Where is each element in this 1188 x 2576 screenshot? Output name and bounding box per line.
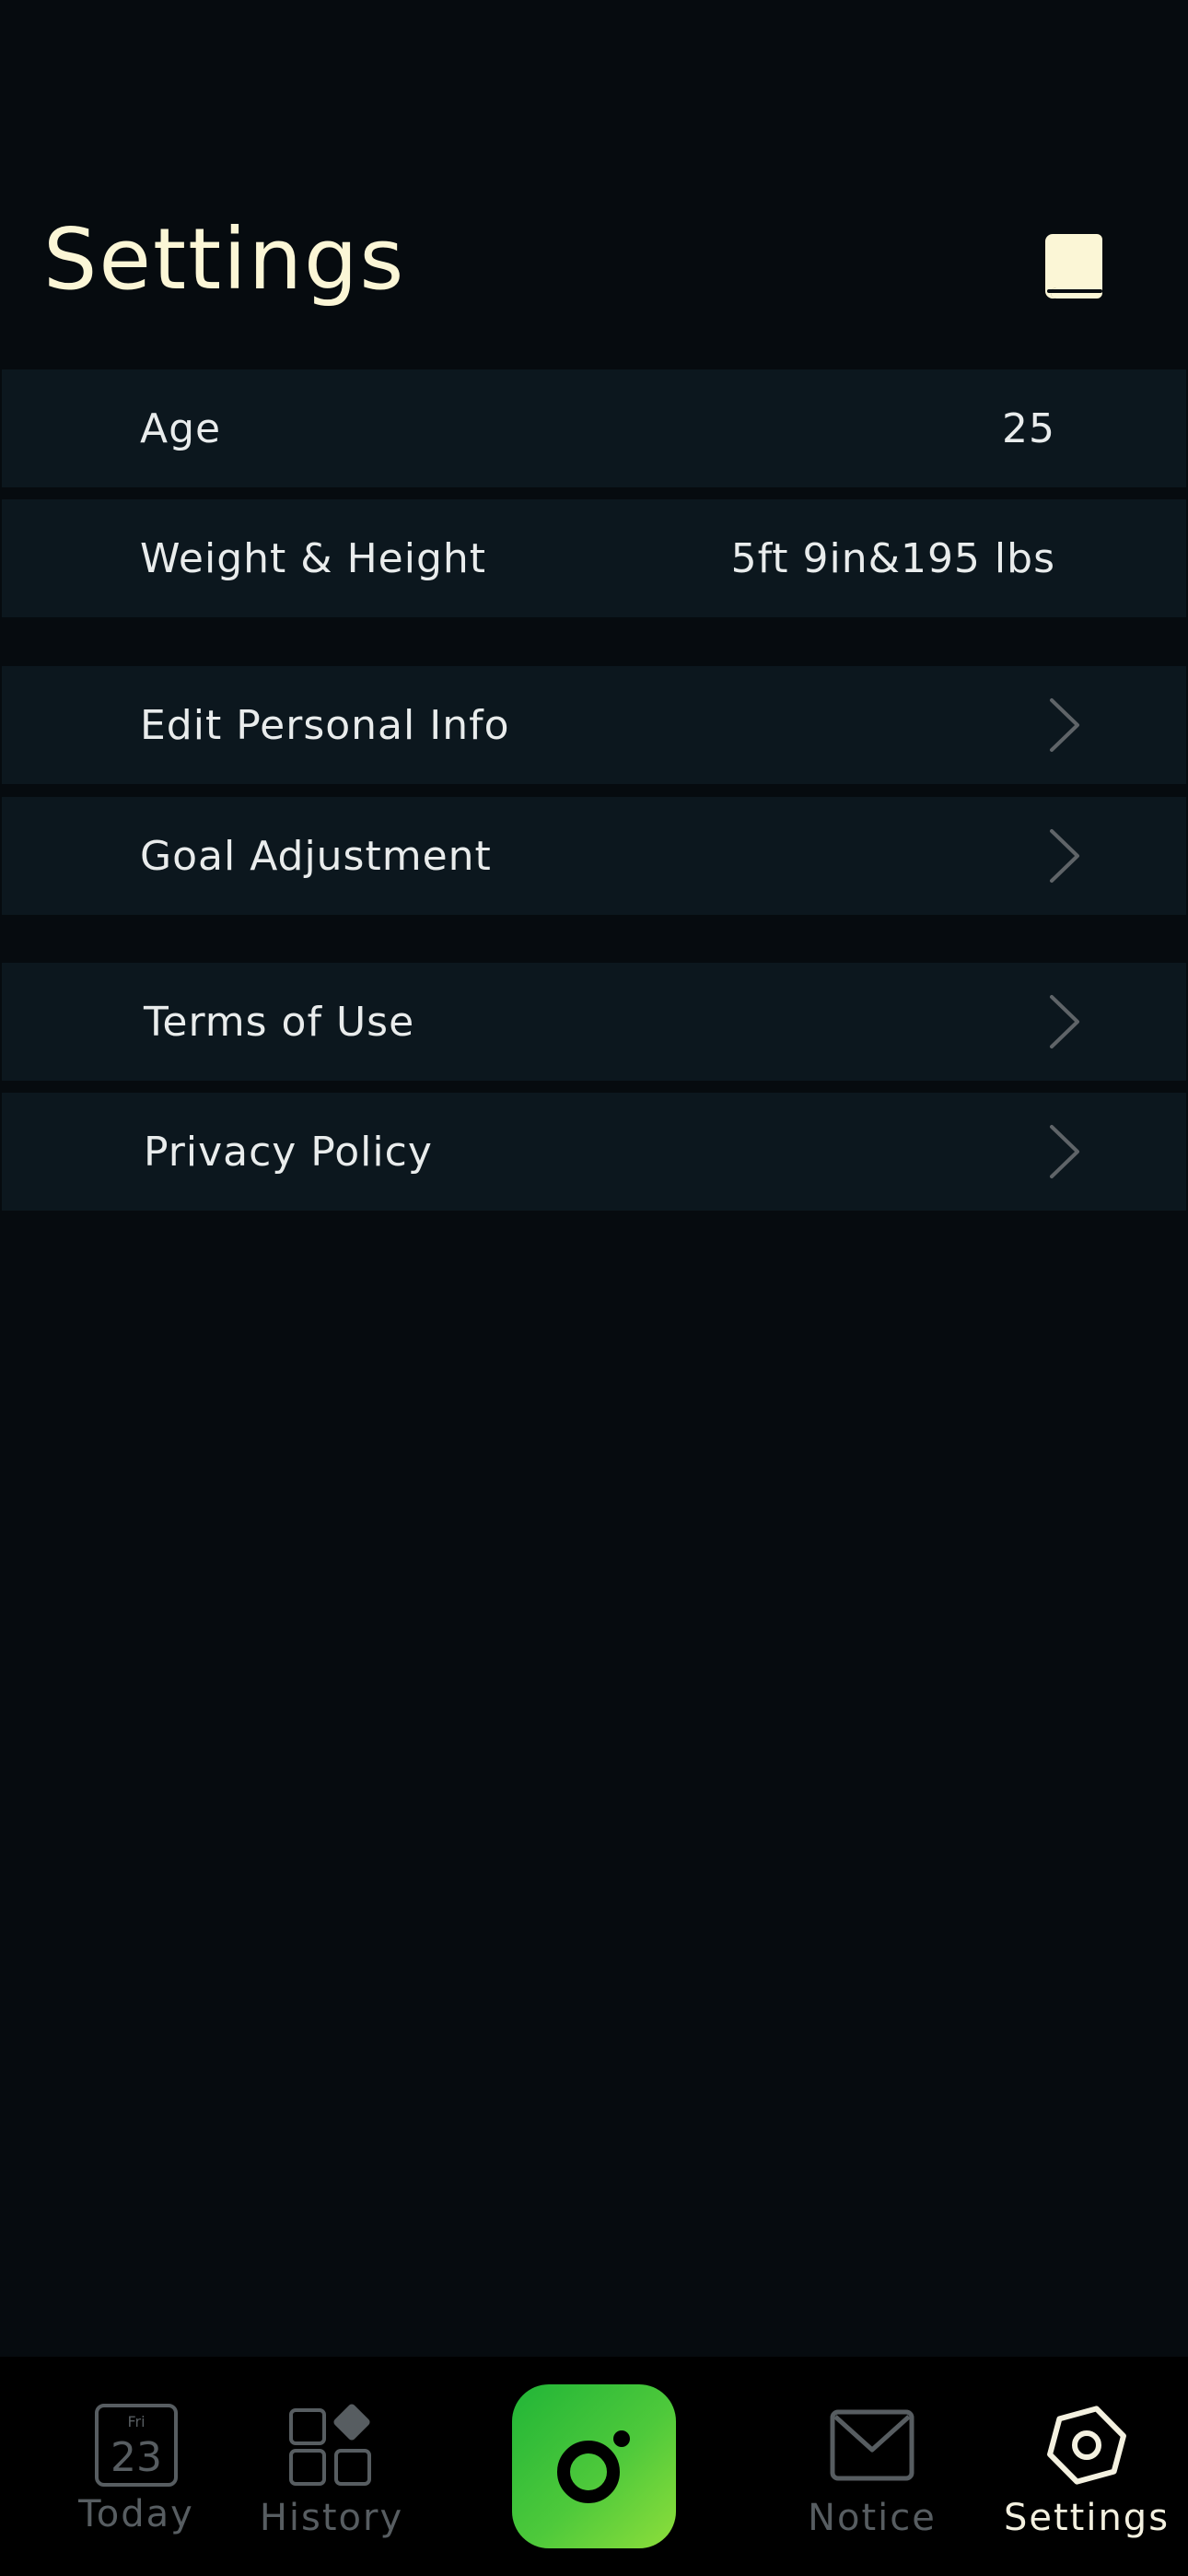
row-goal-adjustment[interactable]: Goal Adjustment	[2, 797, 1186, 915]
row-value: 5ft 9in&195 lbs	[730, 534, 1055, 582]
row-edit-personal-info[interactable]: Edit Personal Info	[2, 666, 1186, 784]
camera-button[interactable]	[512, 2384, 676, 2548]
calendar-icon: Fri 23	[94, 2401, 179, 2489]
row-privacy-policy[interactable]: Privacy Policy	[2, 1093, 1186, 1211]
chevron-right-icon	[1046, 992, 1083, 1051]
calendar-date: 23	[111, 2434, 162, 2481]
gear-icon	[1043, 2401, 1130, 2489]
tab-label: Today	[78, 2493, 194, 2535]
row-label: Terms of Use	[144, 998, 415, 1046]
book-icon	[1045, 234, 1102, 299]
guide-button[interactable]	[1030, 221, 1118, 310]
tab-label: Settings	[1003, 2497, 1171, 2539]
header: Settings	[0, 0, 1188, 369]
row-value: 25	[1002, 404, 1055, 452]
row-label: Weight & Height	[140, 534, 487, 582]
chevron-right-icon	[1046, 826, 1083, 885]
tab-label: Notice	[808, 2497, 937, 2539]
tab-today[interactable]: Fri 23 Today	[68, 2357, 204, 2576]
row-label: Edit Personal Info	[140, 701, 510, 749]
mail-icon	[830, 2401, 914, 2489]
row-weight-height[interactable]: Weight & Height 5ft 9in&195 lbs	[2, 499, 1186, 617]
tab-history[interactable]: History	[258, 2357, 405, 2576]
tab-notice[interactable]: Notice	[801, 2357, 943, 2576]
camera-icon	[557, 2430, 630, 2503]
row-label: Age	[140, 404, 222, 452]
row-label: Privacy Policy	[144, 1128, 433, 1176]
calendar-day: Fri	[127, 2413, 145, 2430]
tab-settings[interactable]: Settings	[1003, 2357, 1171, 2576]
grid-icon	[288, 2401, 375, 2489]
chevron-right-icon	[1046, 1122, 1083, 1181]
page-title: Settings	[43, 210, 406, 309]
row-label: Goal Adjustment	[140, 832, 492, 880]
row-terms-of-use[interactable]: Terms of Use	[2, 963, 1186, 1081]
chevron-right-icon	[1046, 696, 1083, 755]
tab-label: History	[259, 2497, 404, 2539]
row-age[interactable]: Age 25	[2, 369, 1186, 487]
